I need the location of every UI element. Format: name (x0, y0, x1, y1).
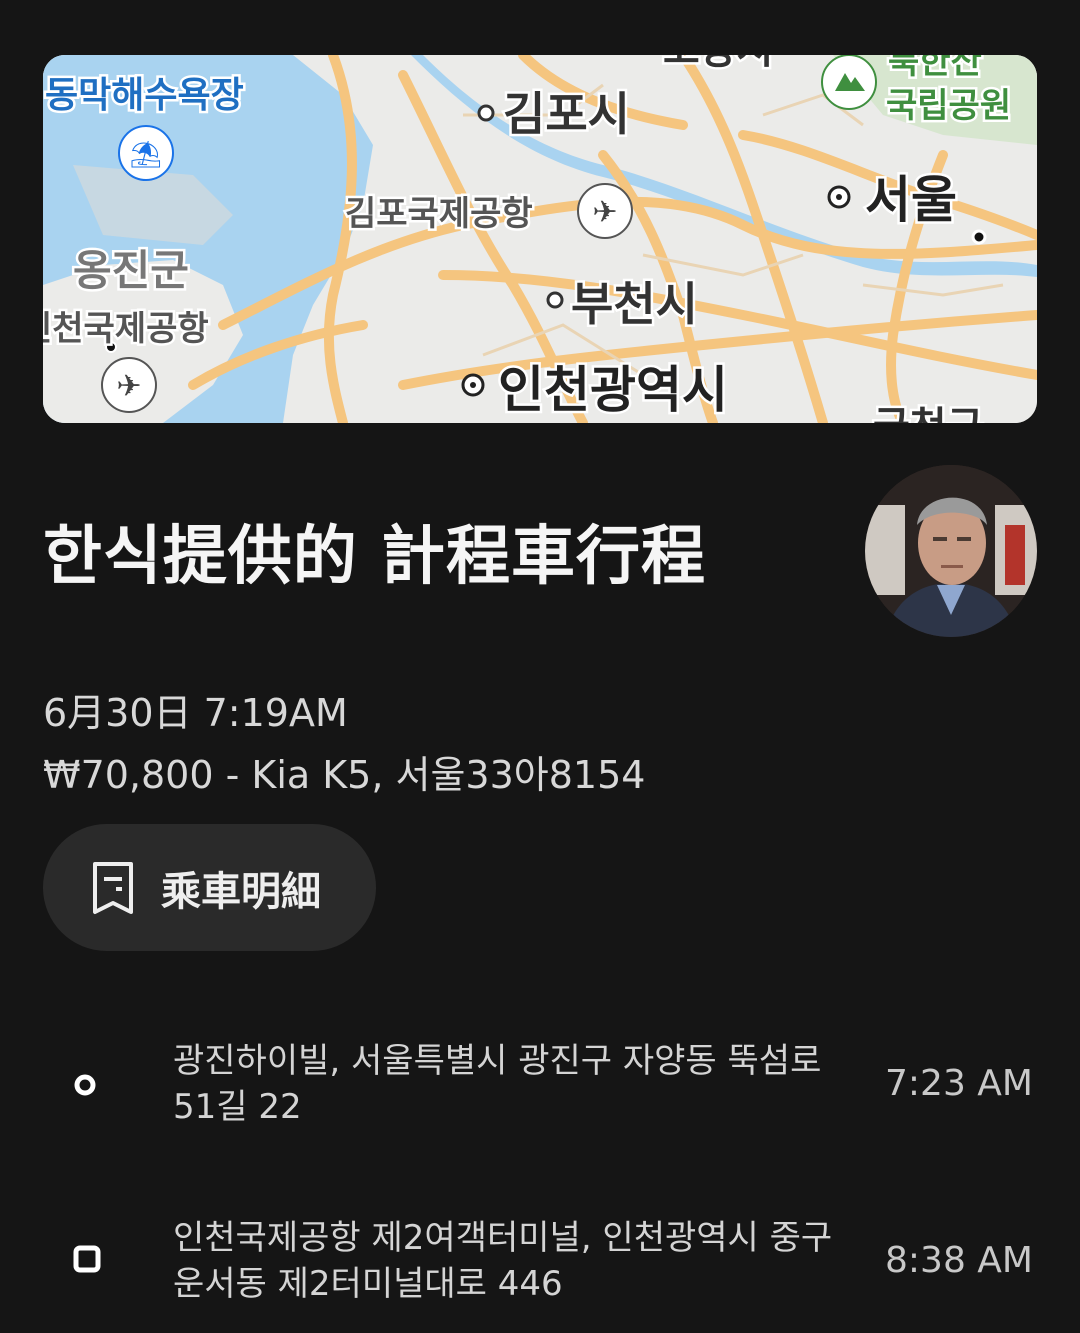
trip-title: 한식提供的 計程車行程 (43, 520, 707, 594)
receipt-button-label: 乘車明細 (161, 868, 321, 915)
map-label-gimpo-airport: 김포국제공항 (345, 194, 533, 234)
trip-header: 한식提供的 計程車行程 (43, 465, 1037, 645)
receipt-icon (93, 861, 133, 914)
gimpo-city-dot (477, 104, 495, 122)
dropoff-stop: 인천국제공항 제2여객터미널, 인천광역시 중구 운서동 제2터미널대로 446… (43, 1215, 1037, 1315)
map-label-bucheon: 부천시 (571, 277, 698, 331)
map-label-park-2: 국립공원 (886, 86, 1011, 126)
beach-icon: ⛱ (118, 125, 174, 181)
svg-text:⛱: ⛱ (129, 140, 162, 170)
map-label-geumcheon: 금천구 (873, 404, 983, 423)
trip-datetime: 6月30日 7:19AM (43, 691, 348, 735)
driver-photo (865, 465, 1037, 637)
map-label-incheon: 인천광역시 (498, 361, 728, 419)
trip-meta: 6月30日 7:19AM ₩70,800 - Kia K5, 서울33아8154 (43, 682, 645, 806)
map-label-goyang: 고양시 (663, 55, 773, 73)
map-label-incheon-airport: 인천국제공항 (43, 309, 209, 349)
map-label-seoul: 서울 (865, 171, 957, 229)
receipt-button[interactable]: 乘車明細 (43, 824, 376, 951)
svg-text:✈: ✈ (592, 195, 617, 230)
map-label-beach: 동막해수욕장 (45, 75, 244, 116)
pickup-stop: 광진하이빌, 서울특별시 광진구 자양동 뚝섬로 51길 22 7:23 AM (43, 1038, 1037, 1138)
svg-text:✈: ✈ (116, 369, 141, 404)
mountain-icon (821, 55, 877, 110)
pickup-circle-icon (74, 1074, 96, 1096)
trip-fare-vehicle: ₩70,800 - Kia K5, 서울33아8154 (43, 753, 646, 797)
dropoff-square-icon (73, 1245, 101, 1273)
trip-route-map[interactable]: ✈ ✈ ⛱ 동막해수욕장 김포시 북한산 국립공원 김포국제공항 서울 옹진군 … (43, 55, 1037, 423)
map-canvas: ✈ ✈ ⛱ 동막해수욕장 김포시 북한산 국립공원 김포국제공항 서울 옹진군 … (43, 55, 1037, 423)
dropoff-address: 인천국제공항 제2여객터미널, 인천광역시 중구 운서동 제2터미널대로 446 (173, 1218, 833, 1304)
pickup-point (971, 229, 987, 245)
dropoff-time: 8:38 AM (885, 1240, 1033, 1281)
airplane-icon: ✈ (101, 357, 157, 413)
map-label-park: 북한산 (888, 55, 982, 82)
driver-avatar[interactable] (865, 465, 1037, 637)
bucheon-dot (546, 291, 564, 309)
airplane-icon: ✈ (577, 183, 633, 239)
map-label-gimpo-city: 김포시 (503, 87, 630, 141)
pickup-address: 광진하이빌, 서울특별시 광진구 자양동 뚝섬로 51길 22 (173, 1041, 822, 1127)
map-label-ongjin: 옹진군 (73, 246, 189, 295)
pickup-time: 7:23 AM (885, 1063, 1033, 1104)
